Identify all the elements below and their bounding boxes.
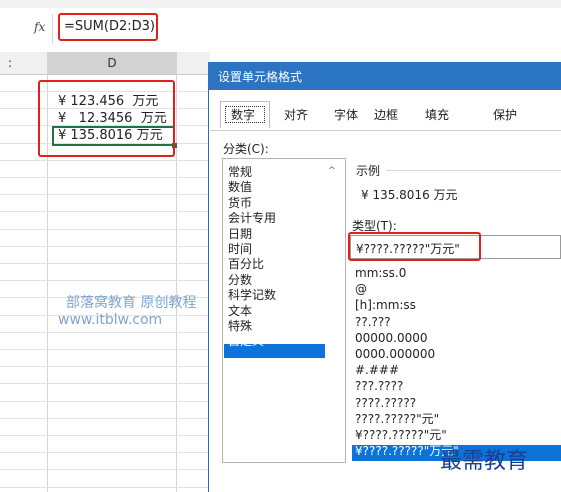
category-item[interactable]: 时间 [228, 242, 252, 256]
category-item[interactable]: 文本 [228, 304, 252, 318]
category-item[interactable]: 货币 [228, 196, 252, 210]
format-item[interactable]: ??.??? [355, 315, 391, 330]
brand-watermark: 最需教育 [440, 449, 529, 474]
row-gridline [0, 280, 210, 281]
format-item[interactable]: 0000.000000 [355, 347, 435, 362]
category-item[interactable]: 特殊 [228, 319, 252, 333]
tab-border[interactable]: 边框 [374, 104, 398, 126]
formula-divider [52, 14, 53, 44]
sample-label: 示例 [356, 164, 381, 178]
scroll-up-icon[interactable]: ^ [328, 166, 336, 176]
watermark-url: www.itblw.com [58, 312, 163, 328]
category-item[interactable]: 常规 [228, 165, 252, 179]
format-item[interactable]: [h]:mm:ss [355, 298, 416, 313]
column-header-d[interactable]: D [48, 52, 176, 74]
row-gridline [0, 469, 210, 470]
format-item[interactable]: ????.????? [355, 396, 416, 411]
format-item[interactable]: @ [355, 282, 367, 297]
row-gridline [0, 332, 210, 333]
row-gridline [0, 366, 210, 367]
format-item[interactable]: ????.?????"元" [355, 412, 439, 427]
row-gridline [0, 435, 210, 436]
column-gridline [176, 52, 177, 492]
sample-value: ¥ 135.8016 万元 [361, 188, 458, 202]
column-header-c[interactable]: : [8, 56, 12, 70]
format-item[interactable]: ¥????.?????"元" [355, 428, 447, 443]
category-item[interactable]: 数值 [228, 180, 252, 194]
category-item[interactable]: 自定义 [228, 334, 264, 348]
row-gridline [0, 177, 210, 178]
fx-icon[interactable]: fx [34, 20, 45, 34]
type-highlight-box [348, 232, 481, 261]
ribbon-edge [0, 0, 561, 8]
row-gridline [0, 246, 210, 247]
category-item[interactable]: 科学记数 [228, 288, 276, 302]
dialog-title: 设置单元格格式 [218, 70, 303, 84]
row-gridline [0, 229, 210, 230]
category-label: 分类(C): [223, 142, 269, 156]
tab-protection[interactable]: 保护 [493, 104, 517, 126]
category-item[interactable]: 会计专用 [228, 211, 276, 225]
format-item[interactable]: 00000.0000 [355, 331, 428, 346]
row-gridline [0, 383, 210, 384]
row-gridline [0, 452, 210, 453]
row-gridline [0, 160, 210, 161]
watermark-text: 部落窝教育 原创教程 [66, 295, 197, 311]
tab-alignment[interactable]: 对齐 [284, 104, 308, 126]
row-gridline [0, 263, 210, 264]
sample-divider [386, 170, 561, 171]
format-item[interactable]: ???.???? [355, 379, 403, 394]
format-item[interactable]: #.### [355, 363, 399, 378]
row-gridline [0, 211, 210, 212]
cells-highlight-box [38, 80, 175, 157]
category-item[interactable]: 百分比 [228, 257, 264, 271]
formula-highlight-box [58, 13, 158, 41]
tab-number[interactable]: 数字 [231, 104, 255, 126]
row-gridline [0, 401, 210, 402]
category-item[interactable]: 分数 [228, 273, 252, 287]
tab-font[interactable]: 字体 [334, 104, 358, 126]
category-item[interactable]: 日期 [228, 227, 252, 241]
row-gridline [0, 349, 210, 350]
format-item[interactable]: mm:ss.0 [355, 266, 406, 281]
row-gridline [0, 487, 210, 488]
tab-fill[interactable]: 填充 [425, 104, 449, 126]
row-gridline [0, 194, 210, 195]
row-gridline [0, 418, 210, 419]
